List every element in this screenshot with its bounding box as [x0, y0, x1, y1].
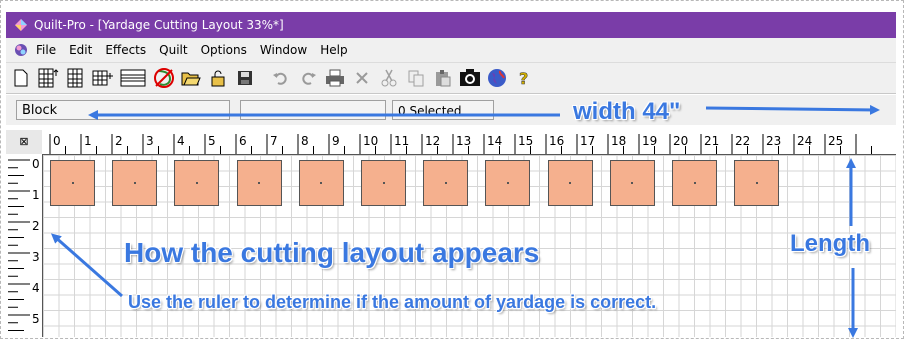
ruler-pointer-arrow [51, 233, 123, 298]
width-annotation: width 44" [573, 98, 681, 125]
annotation-arrows [51, 104, 880, 338]
length-annotation: Length [790, 230, 870, 257]
ruler-hint-annotation: Use the ruler to determine if the amount… [128, 292, 657, 312]
layout-heading-annotation: How the cutting layout appears [124, 237, 540, 268]
width-arrow-right [705, 104, 880, 115]
